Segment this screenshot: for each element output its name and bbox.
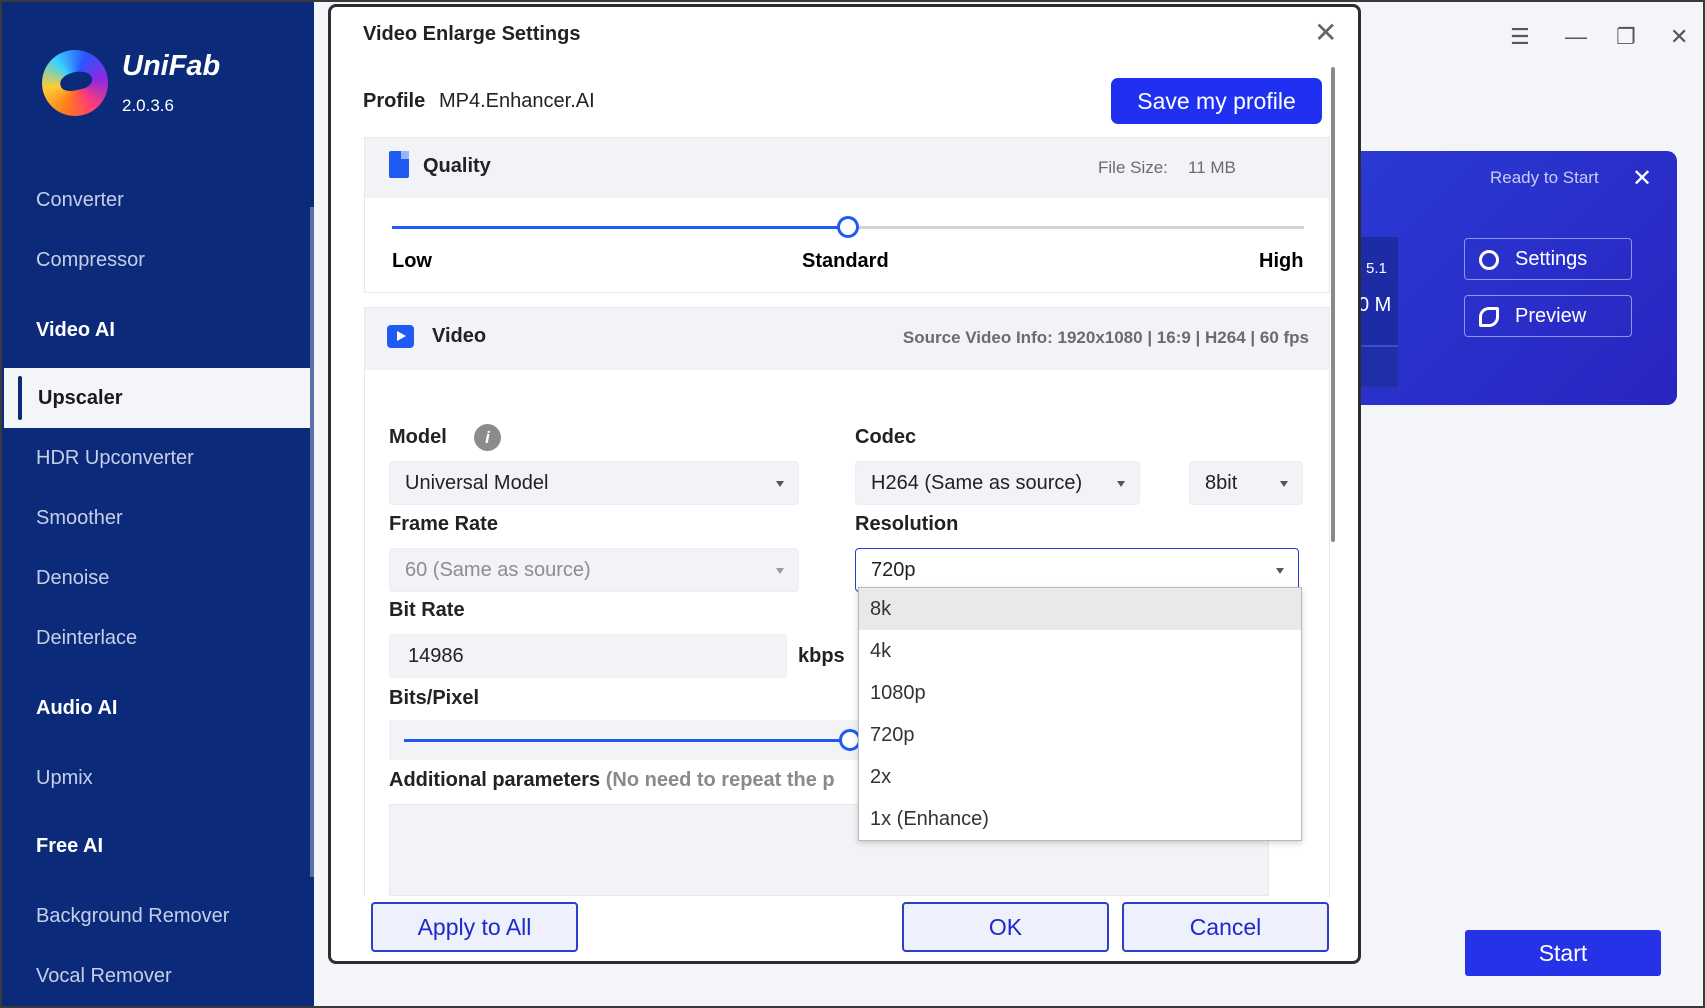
resolution-option[interactable]: 720p — [859, 714, 1301, 756]
codec-label: Codec — [855, 426, 917, 448]
save-profile-button[interactable]: Save my profile — [1111, 78, 1322, 124]
quality-low-label: Low — [392, 250, 432, 272]
document-icon — [389, 151, 409, 178]
cancel-button[interactable]: Cancel — [1122, 902, 1329, 952]
sidebar-item-smoother[interactable]: Smoother — [2, 488, 310, 548]
task-preview-button[interactable]: Preview — [1464, 295, 1632, 337]
unifab-window: UniFab 2.0.3.6 Converter Compressor Video … — [0, 0, 1705, 1008]
task-settings-label: Settings — [1515, 247, 1588, 270]
bit-rate-input[interactable]: 14986 — [389, 634, 787, 678]
quality-slider[interactable] — [392, 216, 1304, 238]
gear-icon — [1479, 250, 1499, 270]
resolution-option[interactable]: 1080p — [859, 672, 1301, 714]
video-title: Video — [432, 325, 487, 347]
bits-pixel-label: Bits/Pixel — [389, 687, 480, 709]
thumb-size-info: 0 M — [1358, 294, 1392, 316]
bits-pixel-slider-fill — [404, 739, 850, 742]
quality-high-label: High — [1259, 250, 1304, 272]
sidebar-item-audio-ai[interactable]: Audio AI — [2, 678, 310, 738]
chevron-down-icon — [776, 481, 784, 487]
sidebar-item-free-ai[interactable]: Free AI — [2, 816, 310, 876]
sidebar-scrollbar[interactable] — [310, 207, 314, 877]
quality-slider-knob[interactable] — [837, 216, 859, 238]
codec-value: H264 (Same as source) — [871, 471, 1083, 494]
bit-rate-unit: kbps — [798, 645, 845, 667]
profile-label: Profile — [363, 90, 426, 112]
bitdepth-select[interactable]: 8bit — [1189, 461, 1303, 505]
task-settings-button[interactable]: Settings — [1464, 238, 1632, 280]
video-header: Video Source Video Info: 1920x1080 | 16:… — [365, 308, 1329, 370]
source-video-info: Source Video Info: 1920x1080 | 16:9 | H2… — [902, 328, 1309, 347]
start-button[interactable]: Start — [1465, 930, 1661, 976]
file-size-value: 11 MB — [1188, 158, 1236, 177]
thumb-audio-info: 5.1 — [1366, 260, 1387, 277]
sidebar-item-compressor[interactable]: Compressor — [2, 230, 310, 290]
resolution-select[interactable]: 720p — [855, 548, 1299, 592]
sidebar-item-hdr-upconverter[interactable]: HDR Upconverter — [2, 428, 310, 488]
sidebar-item-upscaler[interactable]: Upscaler — [4, 368, 310, 428]
chevron-down-icon — [1280, 481, 1288, 487]
resolution-option[interactable]: 8k — [859, 588, 1301, 630]
apply-to-all-button[interactable]: Apply to All — [371, 902, 578, 952]
brand-name: UniFab — [122, 50, 221, 82]
additional-label: Additional parameters — [389, 769, 601, 791]
bits-pixel-slider[interactable] — [404, 729, 861, 751]
file-size-label: File Size: — [1098, 158, 1168, 177]
bitdepth-value: 8bit — [1205, 471, 1238, 494]
sidebar-item-deinterlace[interactable]: Deinterlace — [2, 608, 310, 668]
sidebar: UniFab 2.0.3.6 Converter Compressor Video … — [2, 2, 314, 1006]
task-remove-icon[interactable]: ✕ — [1632, 164, 1652, 193]
app-version: 2.0.3.6 — [122, 96, 174, 115]
bit-rate-label: Bit Rate — [389, 599, 465, 621]
profile-value: MP4.Enhancer.AI — [439, 90, 595, 112]
resolution-option[interactable]: 4k — [859, 630, 1301, 672]
sidebar-item-denoise[interactable]: Denoise — [2, 548, 310, 608]
chevron-down-icon — [1117, 481, 1125, 487]
frame-rate-select[interactable]: 60 (Same as source) — [389, 548, 799, 592]
play-icon — [387, 325, 414, 348]
quality-standard-label: Standard — [802, 250, 889, 272]
dialog-scrollbar[interactable] — [1331, 67, 1335, 542]
model-label: Model — [389, 426, 447, 448]
unifab-logo-icon — [42, 50, 108, 116]
additional-parameters-label: Additional parameters (No need to repeat… — [389, 769, 859, 792]
sidebar-item-video-ai[interactable]: Video AI — [2, 300, 310, 360]
maximize-icon[interactable]: ❐ — [1616, 24, 1636, 50]
close-icon[interactable]: ✕ — [1670, 24, 1688, 50]
resolution-option[interactable]: 1x (Enhance) — [859, 798, 1301, 840]
resolution-label: Resolution — [855, 513, 959, 535]
eye-icon — [1479, 307, 1499, 327]
bit-rate-value: 14986 — [408, 644, 464, 667]
frame-rate-value: 60 (Same as source) — [405, 558, 591, 581]
resolution-value: 720p — [871, 558, 916, 581]
chevron-down-icon — [1276, 568, 1284, 574]
task-status: Ready to Start — [1490, 168, 1599, 187]
menu-icon[interactable]: ☰ — [1510, 24, 1530, 50]
quality-title: Quality — [423, 155, 491, 177]
model-value: Universal Model — [405, 471, 549, 494]
sidebar-item-background-remover[interactable]: Background Remover — [2, 886, 310, 946]
frame-rate-label: Frame Rate — [389, 513, 498, 535]
model-select[interactable]: Universal Model — [389, 461, 799, 505]
quality-slider-fill — [392, 226, 848, 229]
codec-select[interactable]: H264 (Same as source) — [855, 461, 1140, 505]
resolution-option[interactable]: 2x — [859, 756, 1301, 798]
quality-panel: Quality File Size: 11 MB Low Standard Hi… — [364, 137, 1330, 293]
info-icon[interactable]: i — [474, 424, 501, 451]
quality-header: Quality File Size: 11 MB — [365, 138, 1329, 198]
resolution-dropdown-list: 8k 4k 1080p 720p 2x 1x (Enhance) — [858, 587, 1302, 841]
dialog-title: Video Enlarge Settings — [363, 23, 581, 45]
minimize-icon[interactable]: — — [1565, 24, 1587, 50]
chevron-down-icon — [776, 568, 784, 574]
ok-button[interactable]: OK — [902, 902, 1109, 952]
sidebar-item-converter[interactable]: Converter — [2, 170, 310, 230]
additional-hint: (No need to repeat the p — [605, 769, 835, 791]
task-preview-label: Preview — [1515, 304, 1587, 327]
dialog-close-icon[interactable]: ✕ — [1314, 19, 1337, 47]
sidebar-item-upmix[interactable]: Upmix — [2, 748, 310, 808]
sidebar-item-vocal-remover[interactable]: Vocal Remover — [2, 946, 310, 1006]
